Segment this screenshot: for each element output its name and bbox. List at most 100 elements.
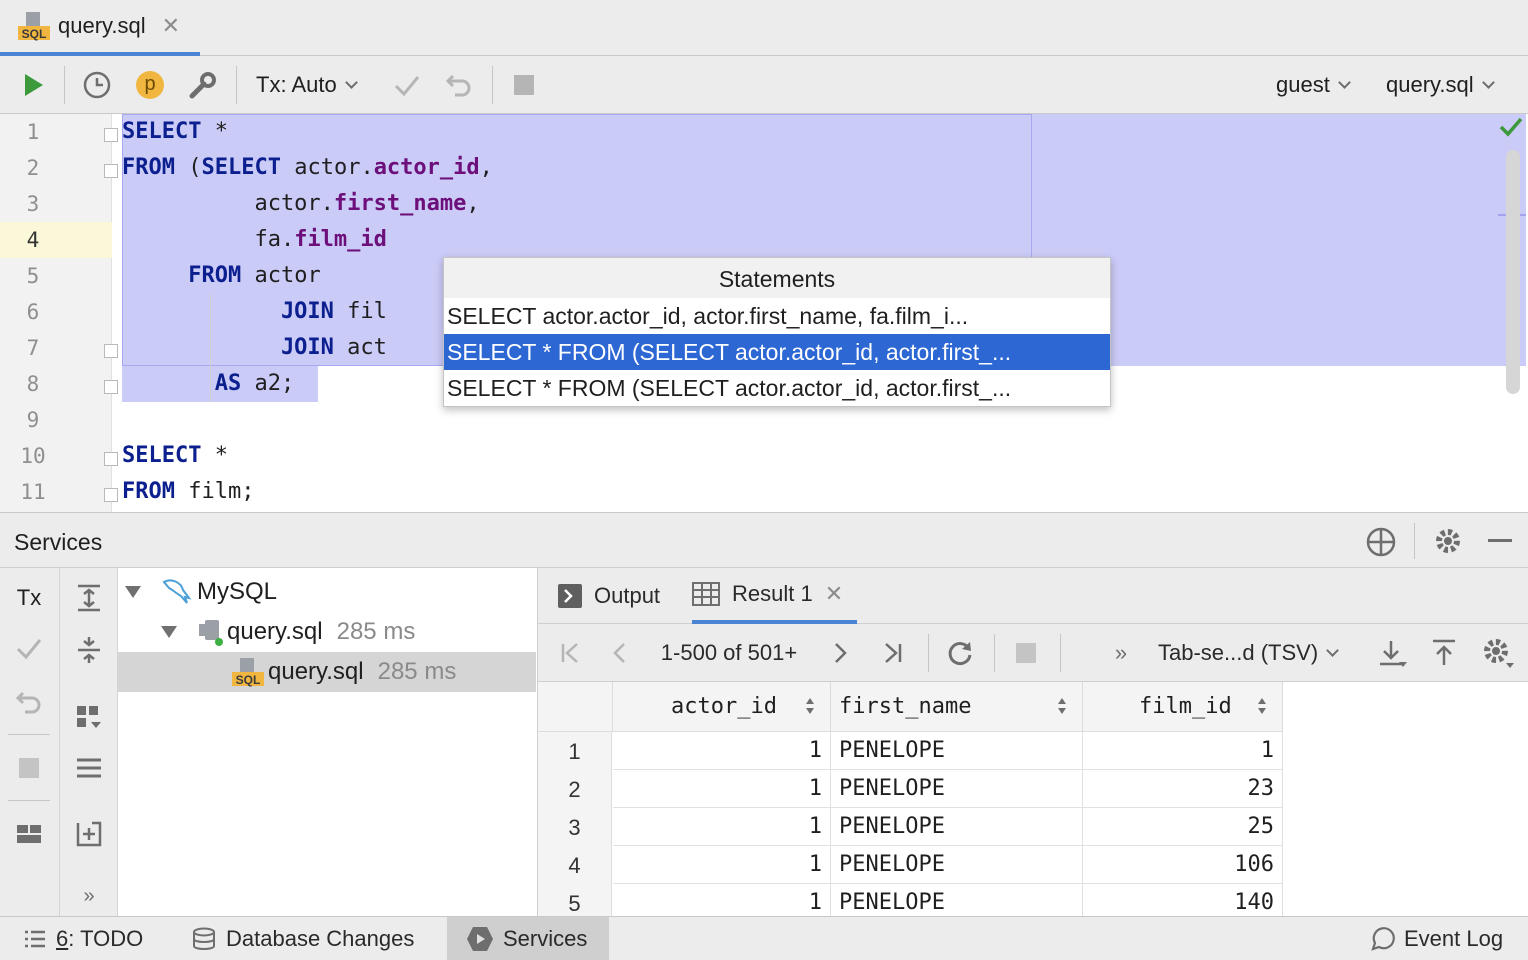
rollback-icon[interactable]: [0, 682, 58, 722]
cell-first-name[interactable]: PENELOPE: [831, 808, 1083, 846]
upload-icon[interactable]: [1426, 624, 1462, 682]
user-dropdown[interactable]: guest: [1276, 56, 1368, 114]
grid-corner[interactable]: [538, 682, 613, 732]
tree-node-session[interactable]: query.sql 285 ms: [118, 612, 536, 652]
tree-node-console[interactable]: SQL query.sql 285 ms: [118, 652, 536, 692]
profile-badge-icon[interactable]: p: [130, 56, 170, 114]
gear-icon[interactable]: [1433, 526, 1463, 562]
code-line[interactable]: FROM actor: [122, 258, 320, 294]
layout-icon[interactable]: [0, 814, 58, 854]
cell-actor-id[interactable]: 1: [613, 732, 831, 770]
todo-tool-window-button[interactable]: 6: TODO: [24, 917, 143, 960]
group-by-icon[interactable]: [60, 698, 118, 738]
line-number[interactable]: 1: [0, 114, 66, 150]
row-number[interactable]: 5: [538, 884, 612, 916]
cell-actor-id[interactable]: 1: [613, 846, 831, 884]
fold-marker-icon[interactable]: [104, 344, 118, 358]
list-icon[interactable]: [60, 748, 118, 788]
stop-icon[interactable]: [0, 748, 58, 788]
sort-icon[interactable]: [1058, 698, 1066, 716]
line-number[interactable]: 6: [0, 294, 66, 330]
cell-first-name[interactable]: PENELOPE: [831, 884, 1083, 916]
services-tool-window-button[interactable]: Services: [447, 917, 609, 960]
line-number[interactable]: 2: [0, 150, 66, 186]
line-number[interactable]: 4: [0, 222, 66, 258]
close-icon[interactable]: ✕: [825, 581, 843, 607]
gear-icon[interactable]: [1478, 624, 1518, 682]
cell-actor-id[interactable]: 1: [613, 884, 831, 916]
tab-output[interactable]: Output: [558, 568, 660, 624]
popup-item[interactable]: SELECT * FROM (SELECT actor.actor_id, ac…: [444, 370, 1110, 406]
close-icon[interactable]: ✕: [162, 13, 180, 39]
page-range[interactable]: 1-500 of 501+: [648, 624, 810, 682]
cell-first-name[interactable]: PENELOPE: [831, 770, 1083, 808]
console-dropdown[interactable]: query.sql: [1386, 56, 1512, 114]
refresh-icon[interactable]: [940, 624, 980, 682]
row-number[interactable]: 2: [538, 770, 612, 808]
tx-label[interactable]: Tx: [0, 578, 58, 618]
cell-first-name[interactable]: PENELOPE: [831, 732, 1083, 770]
popup-item-selected[interactable]: SELECT * FROM (SELECT actor.actor_id, ac…: [444, 334, 1110, 370]
code-line[interactable]: fa.film_id: [122, 222, 386, 258]
cell-actor-id[interactable]: 1: [613, 770, 831, 808]
code-line[interactable]: JOIN fil: [122, 294, 387, 330]
result-grid[interactable]: actor_id first_name film_id 1 1 PENELOPE 1 2…: [538, 682, 1528, 916]
sort-icon[interactable]: [1258, 698, 1266, 716]
code-line[interactable]: AS a2;: [122, 366, 295, 402]
previous-page-icon[interactable]: [604, 624, 636, 682]
run-icon[interactable]: [14, 56, 54, 114]
line-number[interactable]: 8: [0, 366, 66, 402]
tab-result-1[interactable]: Result 1 ✕: [692, 568, 858, 624]
wrench-icon[interactable]: [182, 56, 224, 114]
event-log-button[interactable]: Event Log: [1370, 917, 1503, 960]
code-line[interactable]: actor.first_name,: [122, 186, 479, 222]
fold-marker-icon[interactable]: [104, 128, 118, 142]
add-service-icon[interactable]: [60, 814, 118, 854]
cell-actor-id[interactable]: 1: [613, 808, 831, 846]
editor-scrollbar[interactable]: [1506, 150, 1520, 394]
last-page-icon[interactable]: [874, 624, 910, 682]
cell-film-id[interactable]: 106: [1083, 846, 1283, 884]
cell-film-id[interactable]: 25: [1083, 808, 1283, 846]
fold-marker-icon[interactable]: [104, 488, 118, 502]
column-header-actor-id[interactable]: actor_id: [613, 682, 831, 732]
collapse-all-icon[interactable]: [60, 630, 118, 670]
editor-tab-query-sql[interactable]: SQL query.sql ✕: [0, 0, 200, 56]
code-line[interactable]: JOIN act: [122, 330, 387, 366]
column-header-film-id[interactable]: film_id: [1083, 682, 1283, 732]
row-number[interactable]: 4: [538, 846, 612, 884]
code-line[interactable]: FROM film;: [122, 474, 254, 510]
more-toolbar-icon[interactable]: »: [1106, 624, 1136, 682]
line-number[interactable]: 11: [0, 474, 66, 510]
rollback-icon[interactable]: [440, 56, 478, 114]
row-number[interactable]: 1: [538, 732, 612, 770]
code-line[interactable]: SELECT *: [122, 438, 228, 474]
cell-film-id[interactable]: 140: [1083, 884, 1283, 916]
history-icon[interactable]: [76, 56, 118, 114]
line-number[interactable]: 5: [0, 258, 66, 294]
fold-marker-icon[interactable]: [104, 452, 118, 466]
fold-marker-icon[interactable]: [104, 164, 118, 178]
more-icon[interactable]: »: [60, 876, 118, 916]
line-number[interactable]: 10: [0, 438, 66, 474]
expand-all-icon[interactable]: [60, 578, 118, 618]
cell-first-name[interactable]: PENELOPE: [831, 846, 1083, 884]
stop-icon[interactable]: [506, 56, 542, 114]
code-line[interactable]: SELECT *: [122, 114, 228, 150]
tree-node-mysql[interactable]: MySQL: [118, 572, 536, 612]
row-number[interactable]: 3: [538, 808, 612, 846]
cell-film-id[interactable]: 1: [1083, 732, 1283, 770]
download-icon[interactable]: [1374, 624, 1410, 682]
export-format-dropdown[interactable]: Tab-se...d (TSV): [1158, 624, 1354, 682]
cell-film-id[interactable]: 23: [1083, 770, 1283, 808]
commit-check-icon[interactable]: [388, 56, 426, 114]
database-changes-button[interactable]: Database Changes: [192, 917, 414, 960]
line-number[interactable]: 9: [0, 402, 66, 438]
line-number[interactable]: 3: [0, 186, 66, 222]
fold-marker-icon[interactable]: [104, 380, 118, 394]
crosshair-icon[interactable]: [1364, 525, 1398, 565]
sort-icon[interactable]: [806, 698, 814, 716]
code-line[interactable]: FROM (SELECT actor.actor_id,: [122, 150, 493, 186]
minimize-icon[interactable]: [1488, 539, 1512, 542]
column-header-first-name[interactable]: first_name: [831, 682, 1083, 732]
